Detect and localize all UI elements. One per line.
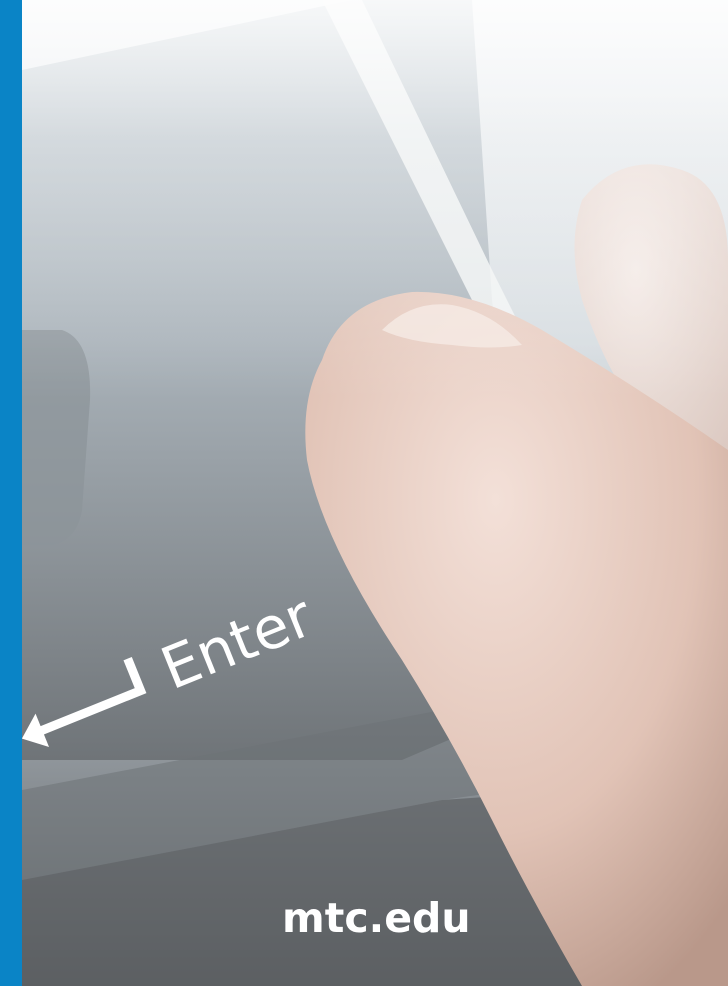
website-url[interactable]: mtc.edu (282, 888, 471, 948)
keyboard-photo: Enter (22, 0, 728, 986)
accent-bar (0, 0, 22, 986)
flyer-page: Enter mtc.edu (0, 0, 728, 986)
keyboard-photo-illustration: Enter (22, 0, 728, 986)
top-wash (22, 0, 728, 400)
